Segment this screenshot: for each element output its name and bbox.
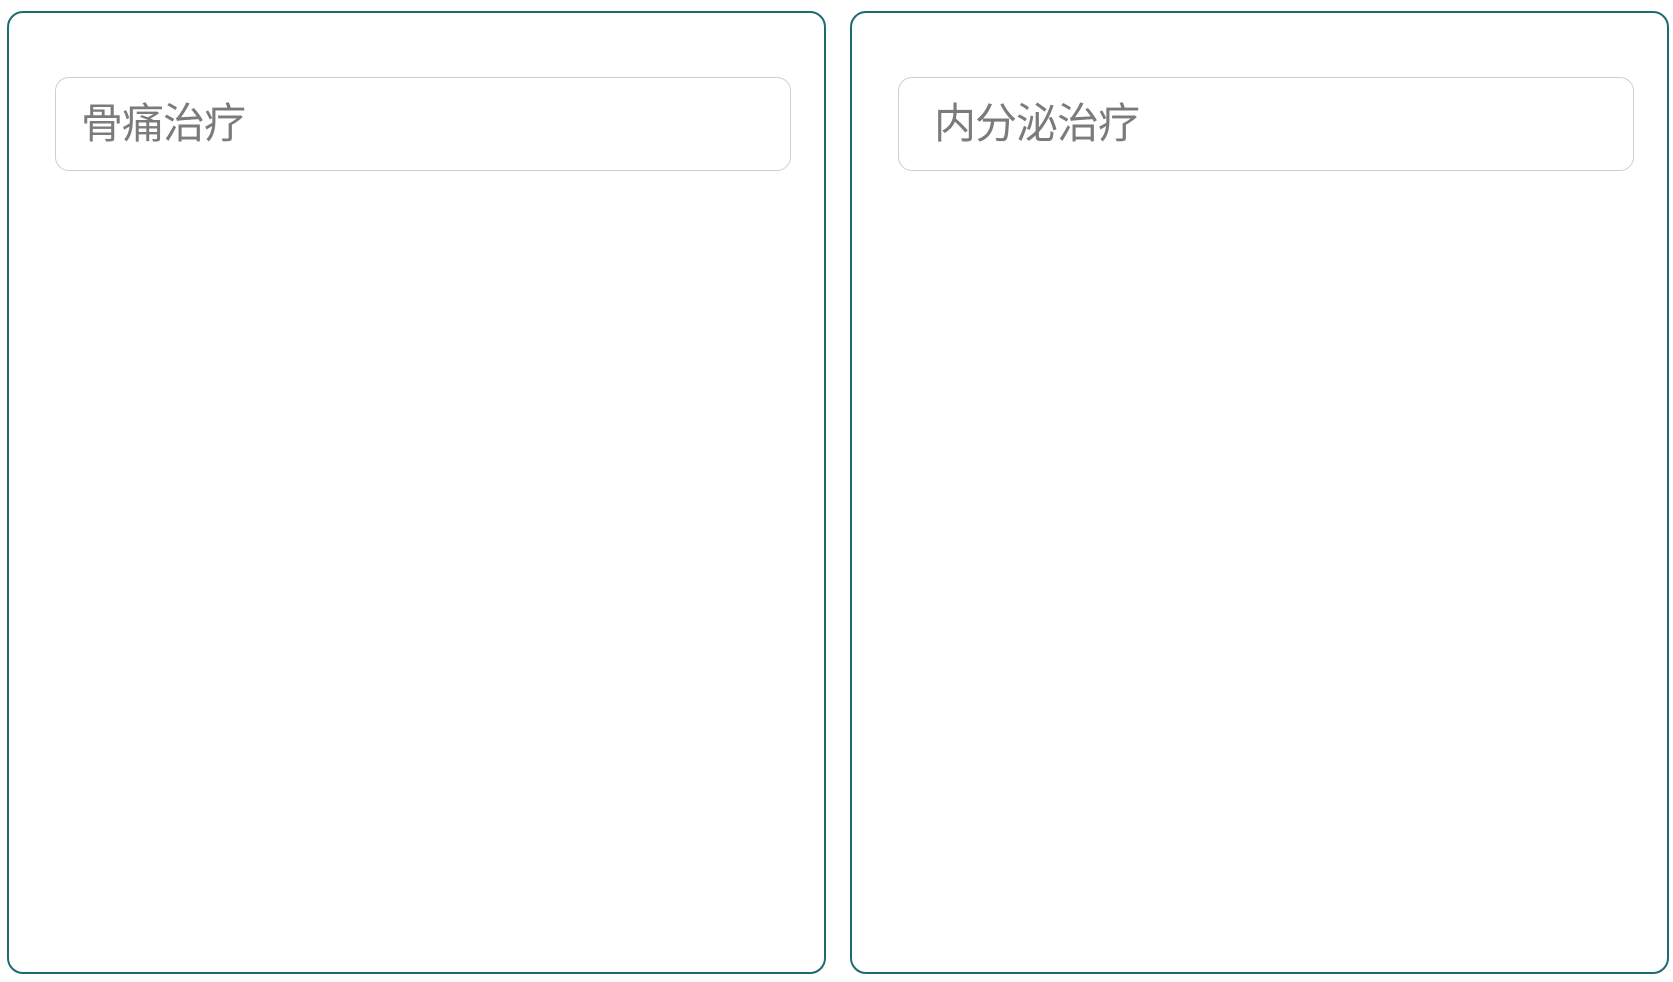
treatment-field-value: 骨痛治疗 bbox=[81, 99, 246, 148]
panel-endocrine-treatment: 内分泌治疗 bbox=[850, 11, 1669, 974]
treatment-field-value: 内分泌治疗 bbox=[934, 99, 1140, 148]
panel-bone-pain-treatment: 骨痛治疗 bbox=[7, 11, 826, 974]
treatment-field-endocrine[interactable]: 内分泌治疗 bbox=[898, 77, 1634, 171]
treatment-field-bone-pain[interactable]: 骨痛治疗 bbox=[55, 77, 791, 171]
